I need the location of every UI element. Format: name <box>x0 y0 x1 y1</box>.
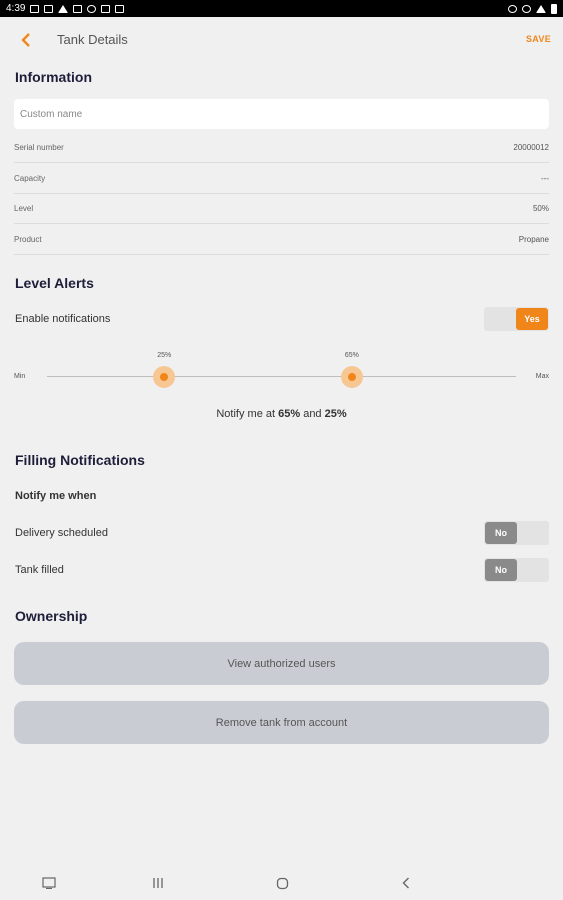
info-value: Propane <box>518 235 549 244</box>
back-icon <box>402 877 409 889</box>
info-label: Serial number <box>14 143 64 152</box>
remove-tank-button[interactable]: Remove tank from account <box>14 701 549 744</box>
level-alerts-title: Level Alerts <box>15 275 94 291</box>
app-icon <box>115 4 125 13</box>
information-title: Information <box>15 69 92 85</box>
home-icon <box>276 877 288 889</box>
enable-notifications-label: Enable notifications <box>15 313 111 325</box>
save-button[interactable]: SAVE <box>526 34 551 44</box>
info-label: Product <box>14 235 42 244</box>
toggle-knob: No <box>485 522 517 544</box>
summary-and: and <box>300 408 325 420</box>
status-time: 4:39 <box>6 3 26 14</box>
slider-max-label: Max <box>535 373 549 380</box>
image-icon <box>73 4 83 13</box>
recents-icon <box>153 878 163 888</box>
slider-min-label: Min <box>14 373 26 380</box>
toggle-knob: Yes <box>516 308 548 330</box>
toggle-knob: No <box>485 559 517 581</box>
location-icon <box>87 4 97 13</box>
info-value: 20000012 <box>513 143 549 152</box>
mail-icon <box>44 4 54 13</box>
home-button[interactable] <box>272 874 292 892</box>
filling-notifications-title: Filling Notifications <box>15 452 145 468</box>
app-bar: Tank Details SAVE <box>0 17 563 63</box>
info-label: Capacity <box>14 174 46 183</box>
notify-me-when-label: Notify me when <box>15 490 97 502</box>
info-row-level: Level 50% <box>14 194 549 224</box>
bluetooth-icon <box>508 4 517 13</box>
view-authorized-users-button[interactable]: View authorized users <box>14 642 549 685</box>
calendar-icon <box>101 4 111 13</box>
slider-high-value-label: 65% <box>344 352 359 359</box>
ownership-title: Ownership <box>15 608 88 624</box>
notify-summary: Notify me at 65% and 25% <box>0 408 563 420</box>
status-bar: 4:39 <box>0 0 563 17</box>
summary-high: 65% <box>278 408 301 420</box>
delivery-scheduled-label: Delivery scheduled <box>15 527 108 539</box>
system-back-button[interactable] <box>396 874 416 892</box>
mute-icon <box>522 4 531 13</box>
alert-icon <box>58 4 69 13</box>
tank-filled-label: Tank filled <box>15 564 64 576</box>
screenshot-button[interactable] <box>39 874 59 892</box>
delivery-scheduled-toggle[interactable]: No <box>484 521 549 545</box>
info-row-product: Product Propane <box>14 225 549 255</box>
system-nav-bar <box>0 866 563 900</box>
back-button[interactable] <box>14 29 38 51</box>
info-value: --- <box>541 174 549 183</box>
battery-icon <box>551 3 557 14</box>
enable-notifications-toggle[interactable]: Yes <box>484 307 549 331</box>
slider-low-value-label: 25% <box>157 352 172 359</box>
summary-prefix: Notify me at <box>216 408 279 420</box>
summary-low: 25% <box>324 408 347 420</box>
page-title: Tank Details <box>57 32 128 47</box>
message-icon <box>30 4 40 13</box>
chevron-left-icon <box>21 33 30 47</box>
wifi-icon <box>536 4 546 13</box>
custom-name-input[interactable] <box>14 99 549 129</box>
info-label: Level <box>14 204 34 213</box>
tank-filled-toggle[interactable]: No <box>484 558 549 582</box>
slider-track <box>47 376 516 377</box>
slider-high-thumb[interactable] <box>340 366 363 388</box>
level-range-slider[interactable]: Min Max 25% 65% <box>14 350 549 400</box>
info-value: 50% <box>532 204 549 213</box>
slider-low-thumb[interactable] <box>153 366 176 388</box>
info-row-capacity: Capacity --- <box>14 164 549 194</box>
recents-button[interactable] <box>148 874 168 892</box>
info-row-serial: Serial number 20000012 <box>14 133 549 163</box>
screenshot-icon <box>42 877 56 889</box>
